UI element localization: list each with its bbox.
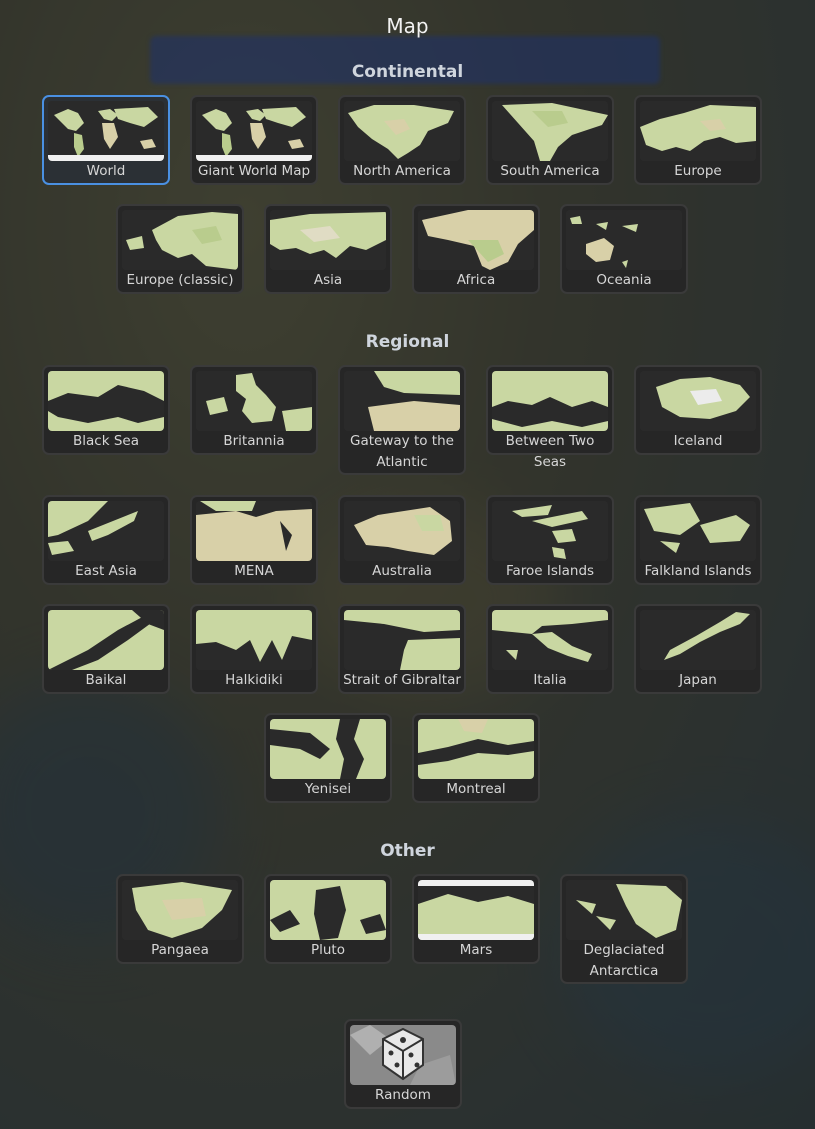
map-label: Deglaciated Antarctica bbox=[583, 942, 665, 979]
map-thumbnail-world bbox=[48, 101, 164, 161]
map-thumbnail-mena bbox=[196, 501, 312, 561]
map-label: Gateway to the Atlantic bbox=[350, 433, 454, 470]
map-card-faroe[interactable]: Faroe Islands bbox=[486, 495, 614, 585]
map-thumbnail-europe-classic bbox=[122, 210, 238, 270]
map-card-europe[interactable]: Europe bbox=[634, 95, 762, 185]
map-label: Mars bbox=[459, 942, 493, 958]
map-label: Africa bbox=[456, 272, 496, 288]
map-thumbnail-south-america bbox=[492, 101, 608, 161]
map-card-gibraltar[interactable]: Strait of Gibraltar bbox=[338, 604, 466, 694]
map-thumbnail-giant-world bbox=[196, 101, 312, 161]
map-thumbnail-italia bbox=[492, 610, 608, 670]
map-label: Random bbox=[375, 1087, 431, 1103]
dialog-title: Map bbox=[386, 14, 429, 38]
map-label: World bbox=[86, 163, 126, 179]
map-card-random[interactable]: Random bbox=[344, 1019, 462, 1109]
map-card-antarctica[interactable]: Deglaciated Antarctica bbox=[560, 874, 688, 984]
map-thumbnail-mars bbox=[418, 880, 534, 940]
map-label: Falkland Islands bbox=[644, 563, 752, 579]
map-card-falkland[interactable]: Falkland Islands bbox=[634, 495, 762, 585]
map-label: Giant World Map bbox=[197, 163, 311, 179]
map-label: MENA bbox=[234, 563, 274, 579]
map-label: North America bbox=[353, 163, 451, 179]
map-card-south-america[interactable]: South America bbox=[486, 95, 614, 185]
map-thumbnail-africa bbox=[418, 210, 534, 270]
map-thumbnail-east-asia bbox=[48, 501, 164, 561]
map-thumbnail-iceland bbox=[640, 371, 756, 431]
map-card-black-sea[interactable]: Black Sea bbox=[42, 365, 170, 455]
map-card-iceland[interactable]: Iceland bbox=[634, 365, 762, 455]
map-thumbnail-baikal bbox=[48, 610, 164, 670]
map-card-two-seas[interactable]: Between Two Seas bbox=[486, 365, 614, 470]
map-label: Europe bbox=[674, 163, 722, 179]
map-card-africa[interactable]: Africa bbox=[412, 204, 540, 294]
map-thumbnail-europe bbox=[640, 101, 756, 161]
map-card-japan[interactable]: Japan bbox=[634, 604, 762, 694]
map-label: Australia bbox=[372, 563, 432, 579]
map-label: Iceland bbox=[673, 433, 723, 449]
map-thumbnail-random bbox=[350, 1025, 456, 1085]
section-other-heading: Other bbox=[380, 841, 435, 861]
map-thumbnail-gibraltar bbox=[344, 610, 460, 670]
map-label: Black Sea bbox=[73, 433, 139, 449]
map-label: Yenisei bbox=[304, 781, 352, 797]
section-regional-heading: Regional bbox=[365, 332, 450, 352]
map-thumbnail-gateway bbox=[344, 371, 460, 431]
map-thumbnail-japan bbox=[640, 610, 756, 670]
map-label: Faroe Islands bbox=[505, 563, 595, 579]
map-card-italia[interactable]: Italia bbox=[486, 604, 614, 694]
map-label: Between Two Seas bbox=[505, 433, 595, 470]
map-thumbnail-yenisei bbox=[270, 719, 386, 779]
map-card-oceania[interactable]: Oceania bbox=[560, 204, 688, 294]
map-label: Strait of Gibraltar bbox=[343, 672, 461, 688]
map-thumbnail-pluto bbox=[270, 880, 386, 940]
map-card-north-america[interactable]: North America bbox=[338, 95, 466, 185]
map-label: Oceania bbox=[596, 272, 652, 288]
map-thumbnail-faroe bbox=[492, 501, 608, 561]
map-thumbnail-black-sea bbox=[48, 371, 164, 431]
map-label: Montreal bbox=[446, 781, 506, 797]
map-thumbnail-halkidiki bbox=[196, 610, 312, 670]
map-thumbnail-montreal bbox=[418, 719, 534, 779]
map-card-world[interactable]: World bbox=[42, 95, 170, 185]
map-card-asia[interactable]: Asia bbox=[264, 204, 392, 294]
map-card-giant-world[interactable]: Giant World Map bbox=[190, 95, 318, 185]
map-label: Britannia bbox=[223, 433, 285, 449]
map-thumbnail-britannia bbox=[196, 371, 312, 431]
map-card-east-asia[interactable]: East Asia bbox=[42, 495, 170, 585]
map-label: South America bbox=[500, 163, 600, 179]
map-card-australia[interactable]: Australia bbox=[338, 495, 466, 585]
map-label: Asia bbox=[313, 272, 343, 288]
map-thumbnail-australia bbox=[344, 501, 460, 561]
map-thumbnail-pangaea bbox=[122, 880, 238, 940]
map-card-pangaea[interactable]: Pangaea bbox=[116, 874, 244, 964]
map-card-britannia[interactable]: Britannia bbox=[190, 365, 318, 455]
map-card-yenisei[interactable]: Yenisei bbox=[264, 713, 392, 803]
map-card-mena[interactable]: MENA bbox=[190, 495, 318, 585]
map-card-baikal[interactable]: Baikal bbox=[42, 604, 170, 694]
map-label: Europe (classic) bbox=[126, 272, 234, 288]
map-card-europe-classic[interactable]: Europe (classic) bbox=[116, 204, 244, 294]
map-thumbnail-oceania bbox=[566, 210, 682, 270]
map-thumbnail-antarctica bbox=[566, 880, 682, 940]
section-continental-heading: Continental bbox=[351, 62, 464, 82]
map-thumbnail-asia bbox=[270, 210, 386, 270]
map-label: East Asia bbox=[75, 563, 137, 579]
map-label: Pangaea bbox=[151, 942, 209, 958]
map-card-montreal[interactable]: Montreal bbox=[412, 713, 540, 803]
map-thumbnail-two-seas bbox=[492, 371, 608, 431]
map-label: Japan bbox=[679, 672, 717, 688]
map-thumbnail-falkland bbox=[640, 501, 756, 561]
map-thumbnail-north-america bbox=[344, 101, 460, 161]
map-card-mars[interactable]: Mars bbox=[412, 874, 540, 964]
map-label: Baikal bbox=[85, 672, 127, 688]
map-card-halkidiki[interactable]: Halkidiki bbox=[190, 604, 318, 694]
map-card-pluto[interactable]: Pluto bbox=[264, 874, 392, 964]
map-card-gateway[interactable]: Gateway to the Atlantic bbox=[338, 365, 466, 475]
map-label: Halkidiki bbox=[225, 672, 283, 688]
map-label: Italia bbox=[533, 672, 567, 688]
map-label: Pluto bbox=[310, 942, 345, 958]
